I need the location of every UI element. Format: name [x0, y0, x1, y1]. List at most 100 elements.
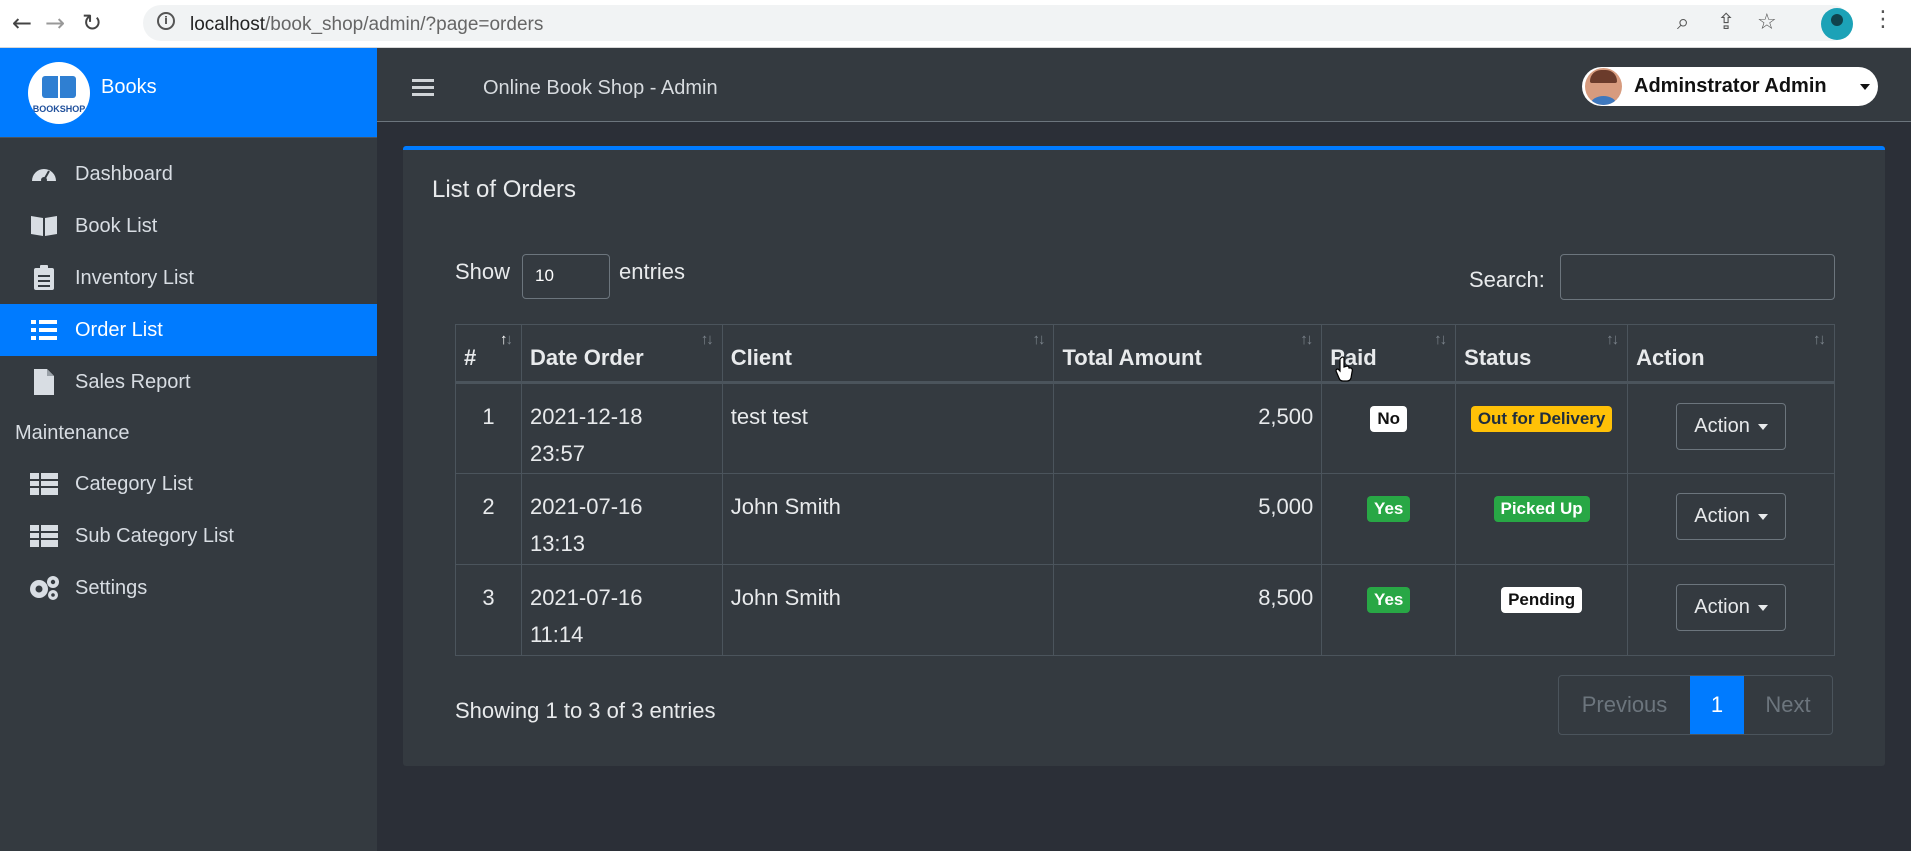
- date-text: 2021-07-16: [529, 585, 643, 610]
- brand-name: Books: [101, 76, 157, 98]
- address-bar[interactable]: i localhost/book_shop/admin/?page=orders…: [143, 5, 1850, 41]
- table-row: 2 2021-07-16 13:13 John Smith 5,000 Yes P…: [455, 473, 1835, 565]
- table-header-row: # ↑↓ Date Order ↑↓ Client ↑↓ Total Amount ↑↓…: [455, 324, 1835, 384]
- action-dropdown-button[interactable]: Action: [1676, 584, 1787, 631]
- column-header-action[interactable]: Action ↑↓: [1627, 324, 1835, 384]
- profile-icon[interactable]: [1821, 8, 1853, 40]
- column-header-status[interactable]: Status ↑↓: [1455, 324, 1629, 384]
- cell-date: 2021-07-16 13:13: [520, 473, 723, 565]
- gears-icon: [28, 575, 60, 601]
- date-text: 2021-07-16: [529, 494, 643, 519]
- sidebar-item-sales-report[interactable]: Sales Report: [0, 356, 377, 408]
- sidebar-item-category-list[interactable]: Category List: [0, 458, 377, 510]
- cell-client: John Smith: [721, 473, 1055, 565]
- cell-paid: No: [1321, 382, 1457, 474]
- hamburger-menu-icon[interactable]: [412, 79, 434, 97]
- sidebar-item-sub-category-list[interactable]: Sub Category List: [0, 510, 377, 562]
- user-menu-button[interactable]: Adminstrator Admin: [1582, 67, 1878, 106]
- cell-amount: 5,000: [1053, 473, 1323, 565]
- date-text: 2021-12-18: [529, 404, 643, 429]
- logo-text: BOOKSHOP: [32, 104, 86, 114]
- entries-length-select[interactable]: 10: [522, 254, 610, 299]
- sort-icon: ↑↓: [1032, 331, 1045, 348]
- orders-table: # ↑↓ Date Order ↑↓ Client ↑↓ Total Amount ↑↓…: [455, 324, 1835, 656]
- section-header-maintenance: Maintenance: [15, 421, 130, 444]
- cell-action: Action: [1627, 564, 1835, 656]
- avatar: [1585, 68, 1622, 105]
- dashboard-icon: [28, 161, 60, 187]
- status-badge: Out for Delivery: [1470, 406, 1613, 432]
- orders-card: List of Orders Show 10 entries Search: #…: [403, 146, 1885, 766]
- brand-link[interactable]: BOOKSHOP Books: [0, 48, 377, 138]
- entries-label: entries: [619, 259, 686, 284]
- sort-icon: ↑↓: [1300, 331, 1313, 348]
- sidebar-item-book-list[interactable]: Book List: [0, 200, 377, 252]
- cell-num: 3: [455, 564, 522, 656]
- search-input[interactable]: [1560, 254, 1835, 300]
- cell-num: 2: [455, 473, 522, 565]
- cell-num: 1: [455, 382, 522, 474]
- clipboard-icon: [28, 265, 60, 291]
- sort-icon: ↑↓: [700, 331, 714, 348]
- sidebar-item-label: Settings: [75, 576, 148, 599]
- column-header-client[interactable]: Client ↑↓: [721, 324, 1055, 384]
- sidebar-item-dashboard[interactable]: Dashboard: [0, 148, 377, 200]
- sidebar-item-label: Sales Report: [75, 370, 191, 393]
- cell-amount: 8,500: [1053, 564, 1323, 656]
- action-dropdown-button[interactable]: Action: [1676, 403, 1787, 450]
- column-header-total-amount[interactable]: Total Amount ↑↓: [1053, 324, 1323, 384]
- sidebar-item-label: Inventory List: [75, 266, 194, 289]
- show-label: Show: [455, 259, 511, 284]
- time-text: 13:13: [529, 531, 586, 556]
- page-header-title: Online Book Shop - Admin: [483, 77, 718, 99]
- table-icon: [28, 523, 60, 549]
- url-text[interactable]: localhost/book_shop/admin/?page=orders: [190, 14, 543, 36]
- column-header-num[interactable]: # ↑↓: [455, 324, 522, 384]
- caret-down-icon: [1860, 84, 1870, 90]
- star-icon[interactable]: ☆: [1757, 10, 1777, 35]
- page-1-button[interactable]: 1: [1690, 676, 1744, 734]
- sidebar-item-inventory-list[interactable]: Inventory List: [0, 252, 377, 304]
- caret-down-icon: [1757, 513, 1768, 520]
- menu-dots-icon[interactable]: ⋮: [1872, 7, 1894, 32]
- caret-down-icon: [1757, 604, 1768, 611]
- sidebar-item-label: Category List: [75, 472, 193, 495]
- previous-button[interactable]: Previous: [1559, 676, 1690, 734]
- search-label: Search:: [1469, 267, 1545, 292]
- sort-icon: ↑↓: [1606, 331, 1619, 348]
- logo: BOOKSHOP: [28, 62, 90, 124]
- cell-status: Out for Delivery: [1455, 382, 1629, 474]
- list-icon: [28, 317, 60, 343]
- table-row: 1 2021-12-18 23:57 test test 2,500 No Out…: [455, 382, 1835, 474]
- share-icon[interactable]: ⇪: [1717, 10, 1735, 35]
- sidebar-item-settings[interactable]: Settings: [0, 562, 377, 614]
- forward-icon[interactable]: →: [40, 8, 70, 38]
- sidebar-item-label: Dashboard: [75, 162, 173, 185]
- zoom-icon[interactable]: ⌕: [1677, 10, 1689, 35]
- column-header-date-order[interactable]: Date Order ↑↓: [520, 324, 723, 384]
- sidebar-item-order-list[interactable]: Order List: [0, 304, 377, 356]
- book-logo-icon: [42, 76, 76, 98]
- status-badge: Pending: [1501, 587, 1583, 613]
- sidebar: BOOKSHOP Books Dashboard Book List Inven…: [0, 48, 377, 851]
- cell-amount: 2,500: [1053, 382, 1323, 474]
- reload-icon[interactable]: ↻: [77, 8, 107, 38]
- next-button[interactable]: Next: [1744, 676, 1832, 734]
- cell-paid: Yes: [1321, 564, 1457, 656]
- paid-badge: Yes: [1367, 587, 1411, 613]
- cell-paid: Yes: [1321, 473, 1457, 565]
- action-dropdown-button[interactable]: Action: [1676, 493, 1787, 540]
- sort-icon: ↑↓: [1813, 331, 1826, 348]
- cell-status: Picked Up: [1455, 473, 1629, 565]
- sidebar-nav: Dashboard Book List Inventory List Order…: [0, 138, 377, 614]
- cell-action: Action: [1627, 382, 1835, 474]
- table-info: Showing 1 to 3 of 3 entries: [455, 698, 716, 723]
- info-icon[interactable]: i: [157, 12, 175, 30]
- cell-date: 2021-12-18 23:57: [520, 382, 723, 474]
- cell-client: test test: [721, 382, 1055, 474]
- cell-client: John Smith: [721, 564, 1055, 656]
- file-icon: [28, 369, 60, 395]
- sort-asc-icon: ↑↓: [499, 331, 513, 348]
- back-icon[interactable]: ←: [7, 8, 37, 38]
- table-icon: [28, 471, 60, 497]
